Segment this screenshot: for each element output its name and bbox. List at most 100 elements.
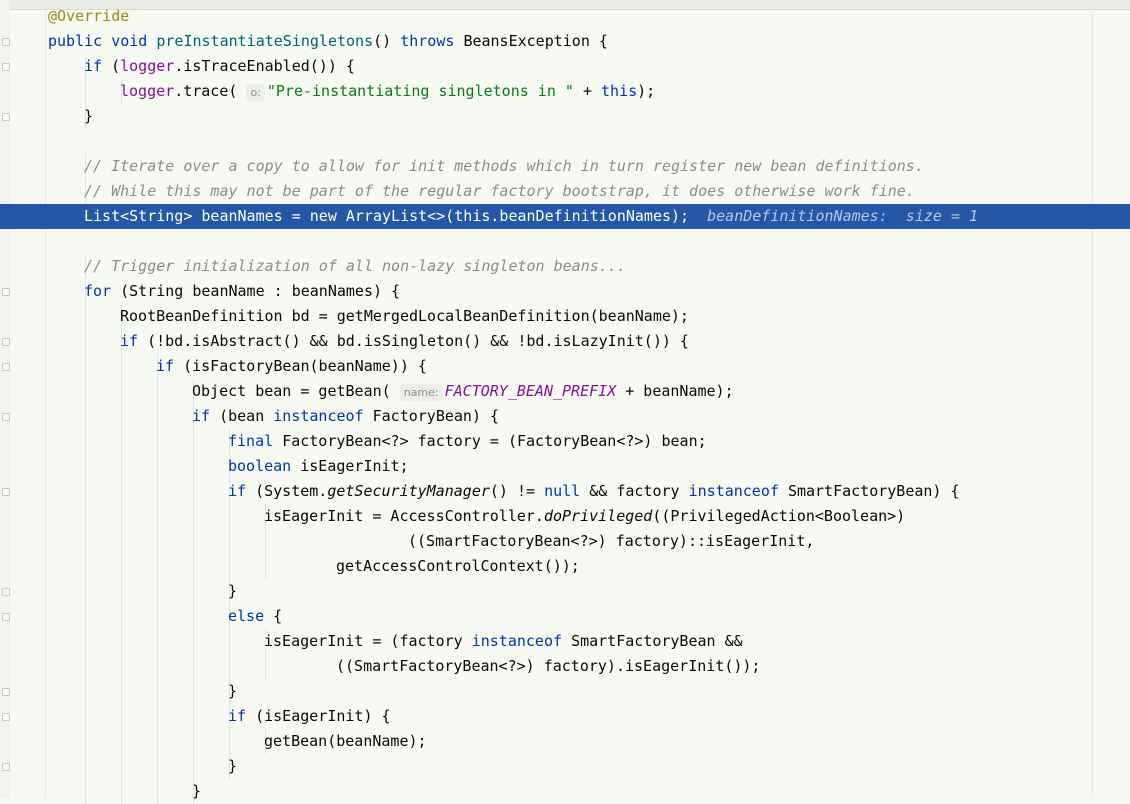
code-token: () != (489, 482, 545, 500)
line-close-else[interactable]: } (0, 679, 1130, 704)
code-text: getAccessControlContext()); (336, 554, 580, 579)
fold-toggle-icon[interactable] (2, 613, 10, 621)
code-text: if (!bd.isAbstract() && bd.isSingleton()… (120, 329, 689, 354)
line-logger-trace[interactable]: logger.trace( o: "Pre-instantiating singl… (0, 79, 1130, 104)
code-token: } (192, 782, 202, 800)
line-object-bean[interactable]: Object bean = getBean( name: FACTORY_BEAN… (0, 379, 1130, 404)
code-token: logger (120, 57, 175, 75)
line-else[interactable]: else { (0, 604, 1130, 629)
code-text: if (logger.isTraceEnabled()) { (84, 54, 355, 79)
indent-guide (121, 579, 122, 604)
debugger-inline-value: beanDefinitionNames: size = 1 (707, 207, 979, 225)
line-boolean-eager[interactable]: boolean isEagerInit; (0, 454, 1130, 479)
code-token: (isEagerInit) { (255, 707, 391, 725)
code-text: } (228, 679, 237, 704)
indent-guide (121, 404, 122, 429)
line-comment-trigger[interactable]: // Trigger initialization of all non-laz… (0, 254, 1130, 279)
line-for-loop[interactable]: for (String beanName : beanNames) { (0, 279, 1130, 304)
line-root-bean-def[interactable]: RootBeanDefinition bd = getMergedLocalBe… (0, 304, 1130, 329)
line-comment-iterate[interactable]: // Iterate over a copy to allow for init… (0, 154, 1130, 179)
fold-toggle-icon[interactable] (2, 338, 10, 346)
code-token: FactoryBean<?> factory = (FactoryBean<?>… (282, 432, 707, 450)
code-token: (isFactoryBean(beanName)) { (183, 357, 427, 375)
code-token: public (48, 32, 112, 50)
indent-guide (85, 504, 86, 529)
parameter-hint: o: (246, 84, 265, 101)
indent-guide (85, 679, 86, 704)
indent-guide (157, 454, 158, 479)
line-close-if-trace[interactable]: } (0, 104, 1130, 129)
code-token: this (601, 82, 638, 100)
code-token: final (228, 432, 283, 450)
line-bean-names[interactable]: List<String> beanNames = new ArrayList<>… (0, 204, 1130, 229)
indent-guide (121, 529, 122, 554)
indent-guide (157, 754, 158, 779)
code-text: for (String beanName : beanNames) { (84, 279, 400, 304)
fold-toggle-icon[interactable] (2, 113, 10, 121)
indent-guide (85, 779, 86, 804)
line-eager-call[interactable]: ((SmartFactoryBean<?>) factory).isEagerI… (0, 654, 1130, 679)
line-smart-factory-cast[interactable]: ((SmartFactoryBean<?>) factory)::isEager… (0, 529, 1130, 554)
code-token: (System. (255, 482, 328, 500)
line-blank-1[interactable] (0, 129, 1130, 154)
fold-toggle-icon[interactable] (2, 713, 10, 721)
indent-guide (193, 679, 194, 704)
indent-guide (85, 79, 86, 104)
line-final-factory[interactable]: final FactoryBean<?> factory = (FactoryB… (0, 429, 1130, 454)
indent-guide (121, 654, 122, 679)
code-editor[interactable]: @Override public void preInstantiateSingl… (0, 4, 1130, 804)
parameter-hint: name: (399, 384, 443, 401)
line-close-if-eager[interactable]: } (0, 754, 1130, 779)
line-if-security[interactable]: if (System.getSecurityManager() != null … (0, 479, 1130, 504)
code-token: isEagerInit = (factory (264, 632, 472, 650)
line-if-abstract[interactable]: if (!bd.isAbstract() && bd.isSingleton()… (0, 329, 1130, 354)
indent-guide (121, 754, 122, 779)
line-override[interactable]: @Override (0, 4, 1130, 29)
indent-guide (157, 729, 158, 754)
fold-toggle-icon[interactable] (2, 588, 10, 596)
indent-guide (121, 429, 122, 454)
line-method-signature[interactable]: public void preInstantiateSingletons() t… (0, 29, 1130, 54)
fold-toggle-icon[interactable] (2, 63, 10, 71)
line-close-if-instanceof[interactable]: } (0, 779, 1130, 804)
line-get-bean[interactable]: getBean(beanName); (0, 729, 1130, 754)
indent-guide (193, 654, 194, 679)
line-eager-instanceof[interactable]: isEagerInit = (factory instanceof SmartF… (0, 629, 1130, 654)
code-token: .isTraceEnabled()) { (174, 57, 355, 75)
indent-guide (157, 429, 158, 454)
code-text: logger.trace( o: "Pre-instantiating singl… (120, 79, 655, 104)
fold-toggle-icon[interactable] (2, 488, 10, 496)
indent-guide (85, 529, 86, 554)
indent-guide (85, 754, 86, 779)
code-token: else (228, 607, 274, 625)
line-eager-privileged[interactable]: isEagerInit = AccessController.doPrivile… (0, 504, 1130, 529)
fold-toggle-icon[interactable] (2, 288, 10, 296)
line-if-eager[interactable]: if (isEagerInit) { (0, 704, 1130, 729)
code-text: if (isEagerInit) { (228, 704, 391, 729)
indent-guide (85, 354, 86, 379)
code-token: () (373, 32, 401, 50)
line-access-context[interactable]: getAccessControlContext()); (0, 554, 1130, 579)
fold-toggle-icon[interactable] (2, 413, 10, 421)
line-if-factory-bean[interactable]: if (isFactoryBean(beanName)) { (0, 354, 1130, 379)
indent-guide (193, 579, 194, 604)
code-token: throws (400, 32, 464, 50)
indent-guide (265, 654, 266, 679)
fold-toggle-icon[interactable] (2, 763, 10, 771)
indent-guide (157, 554, 158, 579)
line-if-trace[interactable]: if (logger.isTraceEnabled()) { (0, 54, 1130, 79)
fold-toggle-icon[interactable] (2, 38, 10, 46)
fold-toggle-icon[interactable] (2, 688, 10, 696)
line-if-instanceof[interactable]: if (bean instanceof FactoryBean) { (0, 404, 1130, 429)
code-token: instanceof (688, 482, 788, 500)
line-comment-while[interactable]: // While this may not be part of the reg… (0, 179, 1130, 204)
line-close-if-security[interactable]: } (0, 579, 1130, 604)
code-token: + (573, 82, 602, 100)
indent-guide (121, 779, 122, 804)
indent-guide (85, 629, 86, 654)
code-text: public void preInstantiateSingletons() t… (48, 29, 608, 54)
line-blank-2[interactable] (0, 229, 1130, 254)
fold-toggle-icon[interactable] (2, 363, 10, 371)
code-token: getBean(beanName); (264, 732, 427, 750)
indent-guide (121, 704, 122, 729)
